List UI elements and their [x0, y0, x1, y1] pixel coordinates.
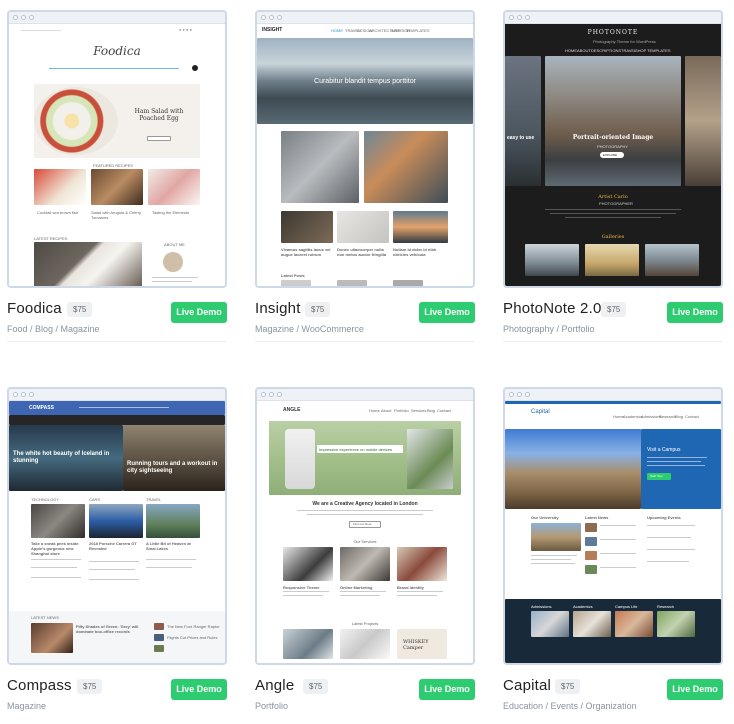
theme-card-compass: COMPASS The white hot beauty of Iceland … — [7, 387, 233, 724]
theme-categories: Portfolio — [255, 701, 289, 711]
foodica-featured: FEATURED RECIPES — [93, 163, 133, 168]
price-badge: $75 — [555, 679, 581, 694]
live-demo-button[interactable]: Live Demo — [419, 302, 475, 323]
theme-card-foodica: ● ● ● ● Foodica Ham Salad with Poached E… — [7, 10, 233, 370]
browser-chrome — [505, 12, 721, 24]
live-demo-button[interactable]: Live Demo — [171, 679, 227, 700]
foodica-slide-title: Ham Salad with Poached Egg — [134, 108, 184, 122]
theme-card-insight: INSIGHT HOME TRAVEL DESIGN ARCHITECTURE … — [255, 10, 481, 370]
live-demo-button[interactable]: Live Demo — [667, 679, 723, 700]
divider — [7, 341, 227, 342]
theme-name: Compass — [7, 677, 72, 694]
price-badge: $75 — [67, 302, 93, 317]
theme-categories: Food / Blog / Magazine — [7, 324, 100, 334]
theme-preview-angle[interactable]: ANGLE Home About Portfolio Services Blog… — [255, 387, 475, 665]
live-demo-button[interactable]: Live Demo — [667, 302, 723, 323]
theme-categories: Education / Events / Organization — [503, 701, 637, 711]
browser-chrome — [505, 389, 721, 401]
theme-card-angle: ANGLE Home About Portfolio Services Blog… — [255, 387, 481, 724]
theme-name: Foodica — [7, 300, 62, 317]
foodica-logo: Foodica — [93, 44, 141, 58]
price-badge: $75 — [77, 679, 103, 694]
theme-preview-photonote[interactable]: PHOTONOTE Photography Theme for WordPres… — [503, 10, 723, 288]
angle-logo: ANGLE — [283, 407, 301, 413]
insight-hero-title: Curabitur blandit tempus porttitor — [314, 78, 416, 85]
compass-logo: COMPASS — [29, 405, 54, 411]
theme-preview-capital[interactable]: Capital Home Academics Admissions Resear… — [503, 387, 723, 665]
price-badge: $75 — [303, 679, 329, 694]
photonote-hero-title: Portrait-oriented Image — [572, 134, 654, 141]
theme-grid: ● ● ● ● Foodica Ham Salad with Poached E… — [0, 0, 734, 724]
capital-logo: Capital — [531, 409, 550, 415]
photonote-logo: PHOTONOTE — [587, 29, 639, 36]
theme-card-photonote: PHOTONOTE Photography Theme for WordPres… — [503, 10, 729, 370]
browser-chrome — [9, 389, 225, 401]
price-badge: $75 — [601, 302, 627, 317]
price-badge: $75 — [305, 302, 331, 317]
browser-chrome — [257, 389, 473, 401]
theme-preview-foodica[interactable]: ● ● ● ● Foodica Ham Salad with Poached E… — [7, 10, 227, 288]
divider — [503, 341, 723, 342]
theme-name: Capital — [503, 677, 552, 694]
browser-chrome — [257, 12, 473, 24]
theme-preview-compass[interactable]: COMPASS The white hot beauty of Iceland … — [7, 387, 227, 665]
live-demo-button[interactable]: Live Demo — [419, 679, 475, 700]
divider — [255, 341, 475, 342]
theme-name: Angle — [255, 677, 295, 694]
theme-categories: Magazine — [7, 701, 47, 711]
browser-chrome — [9, 12, 225, 24]
theme-name: Insight — [255, 300, 301, 317]
live-demo-button[interactable]: Live Demo — [171, 302, 227, 323]
theme-preview-insight[interactable]: INSIGHT HOME TRAVEL DESIGN ARCHITECTURE … — [255, 10, 475, 288]
insight-logo: INSIGHT — [262, 27, 283, 33]
theme-card-capital: Capital Home Academics Admissions Resear… — [503, 387, 729, 724]
theme-categories: Photography / Portfolio — [503, 324, 595, 334]
theme-name: PhotoNote 2.0 — [503, 300, 602, 317]
theme-categories: Magazine / WooCommerce — [255, 324, 364, 334]
